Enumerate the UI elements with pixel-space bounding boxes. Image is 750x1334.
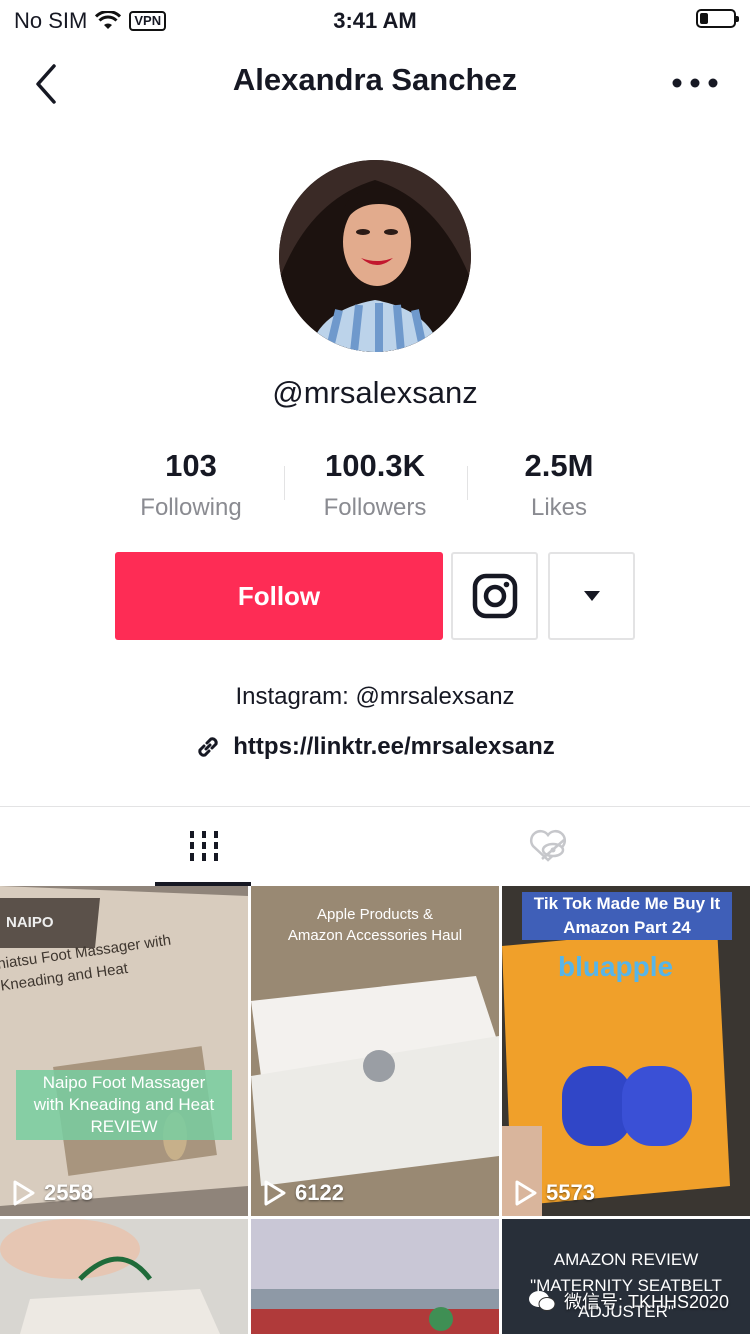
video-views: 5573 [514,1180,595,1206]
suggested-accounts-dropdown[interactable] [548,552,635,640]
profile-bio: Instagram: @mrsalexsanz [235,683,515,710]
video-brand: NAIPO [6,914,54,931]
stat-likes-value: 2.5M [524,448,594,483]
video-view-count: 2558 [44,1180,93,1205]
watermark: 微信号: TKHHS2020 [528,1288,729,1314]
video-tile[interactable]: AMAZON REVIEW "MATERNITY SEATBELT ADJUST… [502,1219,750,1334]
video-brand: bluapple [558,951,674,982]
stat-likes-label: Likes [530,494,588,521]
more-dots-icon [672,78,718,88]
stat-following-value: 103 [165,448,217,483]
watermark-text: 微信号: TKHHS2020 [564,1292,730,1312]
video-thumbnail [0,1219,248,1334]
page-title: Alexandra Sanchez [232,62,518,97]
stat-followers-label: Followers [323,494,427,521]
stat-followers[interactable]: 100.3K Followers [275,448,475,522]
stat-followers-value: 100.3K [325,448,425,483]
stat-likes: 2.5M Likes [459,448,659,522]
stat-following-label: Following [140,494,242,521]
status-bar: No SIM VPN 3:41 AM [0,0,750,40]
video-tile[interactable] [251,1219,499,1334]
tab-liked-private[interactable] [360,807,735,885]
status-time: 3:41 AM [333,8,417,33]
heart-hidden-icon [529,830,566,862]
stat-following[interactable]: 103 Following [91,448,291,522]
video-caption: Apple Products & Amazon Accessories Haul [287,906,463,944]
video-views: 2558 [12,1180,93,1206]
video-caption: Naipo Foot Massager with Kneading and He… [16,1070,232,1140]
video-tile[interactable] [0,1219,248,1334]
play-icon [13,1180,35,1206]
play-icon [264,1180,286,1206]
instagram-button[interactable] [451,552,538,640]
video-view-count: 5573 [546,1180,595,1205]
play-icon [515,1180,537,1206]
more-options-button[interactable] [670,68,720,98]
video-views: 6122 [263,1180,344,1206]
video-grid-icon [189,831,218,861]
profile-link[interactable]: https://linktr.ee/mrsalexsanz [0,733,750,761]
video-thumbnail [251,1219,499,1334]
battery-icon [696,9,739,28]
follow-button[interactable]: Follow [115,552,443,640]
avatar-photo [279,160,471,352]
video-view-count: 6122 [295,1180,344,1205]
avatar[interactable] [279,160,471,352]
video-tile[interactable]: NAIPO hiatsu Foot Massager with Kneading… [0,886,248,1216]
wechat-icon [529,1291,556,1311]
profile-link-text: https://linktr.ee/mrsalexsanz [233,733,555,760]
video-tile[interactable]: Apple Products & Amazon Accessories Haul… [251,886,499,1216]
tab-videos[interactable] [16,807,391,885]
video-tile[interactable]: Tik Tok Made Me Buy It Amazon Part 24 bl… [502,886,750,1216]
caret-down-icon [583,591,600,601]
video-caption: Tik Tok Made Me Buy It Amazon Part 24 [522,892,732,940]
instagram-icon [472,573,517,619]
profile-username: @mrsalexsanz [272,375,478,410]
link-icon [198,737,218,757]
